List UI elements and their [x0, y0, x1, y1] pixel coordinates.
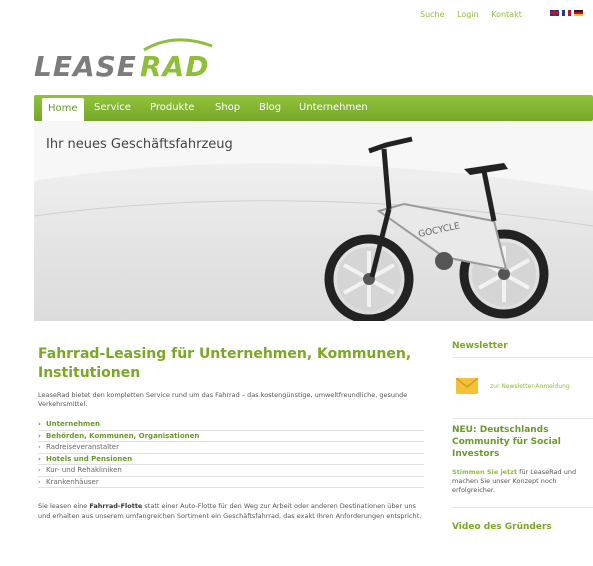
headline-line-2: Institutionen: [38, 365, 141, 381]
nav-produkte[interactable]: Produkte: [150, 95, 194, 121]
fr-flag-icon[interactable]: [562, 10, 571, 16]
de-flag-icon[interactable]: [574, 10, 583, 16]
search-link[interactable]: Suche: [420, 10, 445, 19]
chevron-right-icon: ›: [38, 443, 41, 451]
vote-text: Stimmen Sie jetzt für LeaseRad und mache…: [452, 468, 577, 494]
nav-service[interactable]: Service: [94, 95, 131, 121]
newsletter-heading: Newsletter: [452, 341, 593, 358]
nav-home[interactable]: Home: [42, 98, 84, 121]
list-item[interactable]: › Hotels und Pensionen: [38, 454, 424, 465]
nav-shop[interactable]: Shop: [215, 95, 240, 121]
chevron-right-icon: ›: [38, 420, 41, 428]
community-heading[interactable]: NEU: Deutschlands Community für Social I…: [452, 418, 593, 460]
utility-links: Suche Login Kontakt: [420, 10, 532, 19]
login-link[interactable]: Login: [457, 10, 479, 19]
nav-unternehmen[interactable]: Unternehmen: [299, 95, 368, 121]
chevron-right-icon: ›: [38, 431, 41, 440]
list-item[interactable]: › Kur- und Rehakliniken: [38, 465, 424, 477]
list-item[interactable]: › Behörden, Kommunen, Organisationen: [38, 431, 424, 442]
svg-text:LEASE: LEASE: [34, 50, 137, 82]
headline-line-1: Fahrrad-Leasing für Unternehmen, Kommune…: [38, 346, 412, 362]
contact-link[interactable]: Kontakt: [491, 10, 522, 19]
outro-text: Sie leasen eine Fahrrad-Flotte statt ein…: [38, 502, 422, 520]
newsletter-link[interactable]: zur Newsletter-Anmeldung: [490, 383, 570, 390]
envelope-icon: [456, 378, 478, 394]
intro-text: LeaseRad bietet den kompletten Service r…: [38, 391, 408, 408]
newsletter-signup[interactable]: zur Newsletter-Anmeldung: [452, 378, 593, 394]
founder-video-heading[interactable]: Video des Gründers: [452, 507, 593, 532]
page-headline: Fahrrad-Leasing für Unternehmen, Kommune…: [38, 345, 424, 383]
main-nav: Home Service Produkte Shop Blog Unterneh…: [34, 95, 593, 121]
sidebar: Newsletter zur Newsletter-Anmeldung NEU:…: [452, 341, 593, 532]
chevron-right-icon: ›: [38, 466, 41, 474]
list-item[interactable]: › Krankenhäuser: [38, 477, 424, 488]
uk-flag-icon[interactable]: [550, 10, 559, 16]
list-item[interactable]: › Radreiseveranstalter: [38, 442, 424, 454]
language-flags: [550, 10, 583, 16]
svg-text:RAD: RAD: [140, 50, 209, 82]
vote-link[interactable]: Stimmen Sie jetzt: [452, 468, 517, 476]
leaserad-logo[interactable]: LEASE RAD: [34, 36, 219, 82]
hero-banner: Ihr neues Geschäftsfahrzeug GOCYCLE: [34, 121, 593, 321]
list-item[interactable]: › Unternehmen: [38, 419, 424, 431]
electric-bike-image: GOCYCLE: [324, 136, 549, 321]
chevron-right-icon: ›: [38, 477, 41, 486]
chevron-right-icon: ›: [38, 454, 41, 463]
hero-title: Ihr neues Geschäftsfahrzeug: [46, 137, 233, 152]
target-group-list: › Unternehmen › Behörden, Kommunen, Organi…: [38, 419, 424, 488]
nav-blog[interactable]: Blog: [259, 95, 281, 121]
main-content: Fahrrad-Leasing für Unternehmen, Kommune…: [38, 345, 424, 528]
